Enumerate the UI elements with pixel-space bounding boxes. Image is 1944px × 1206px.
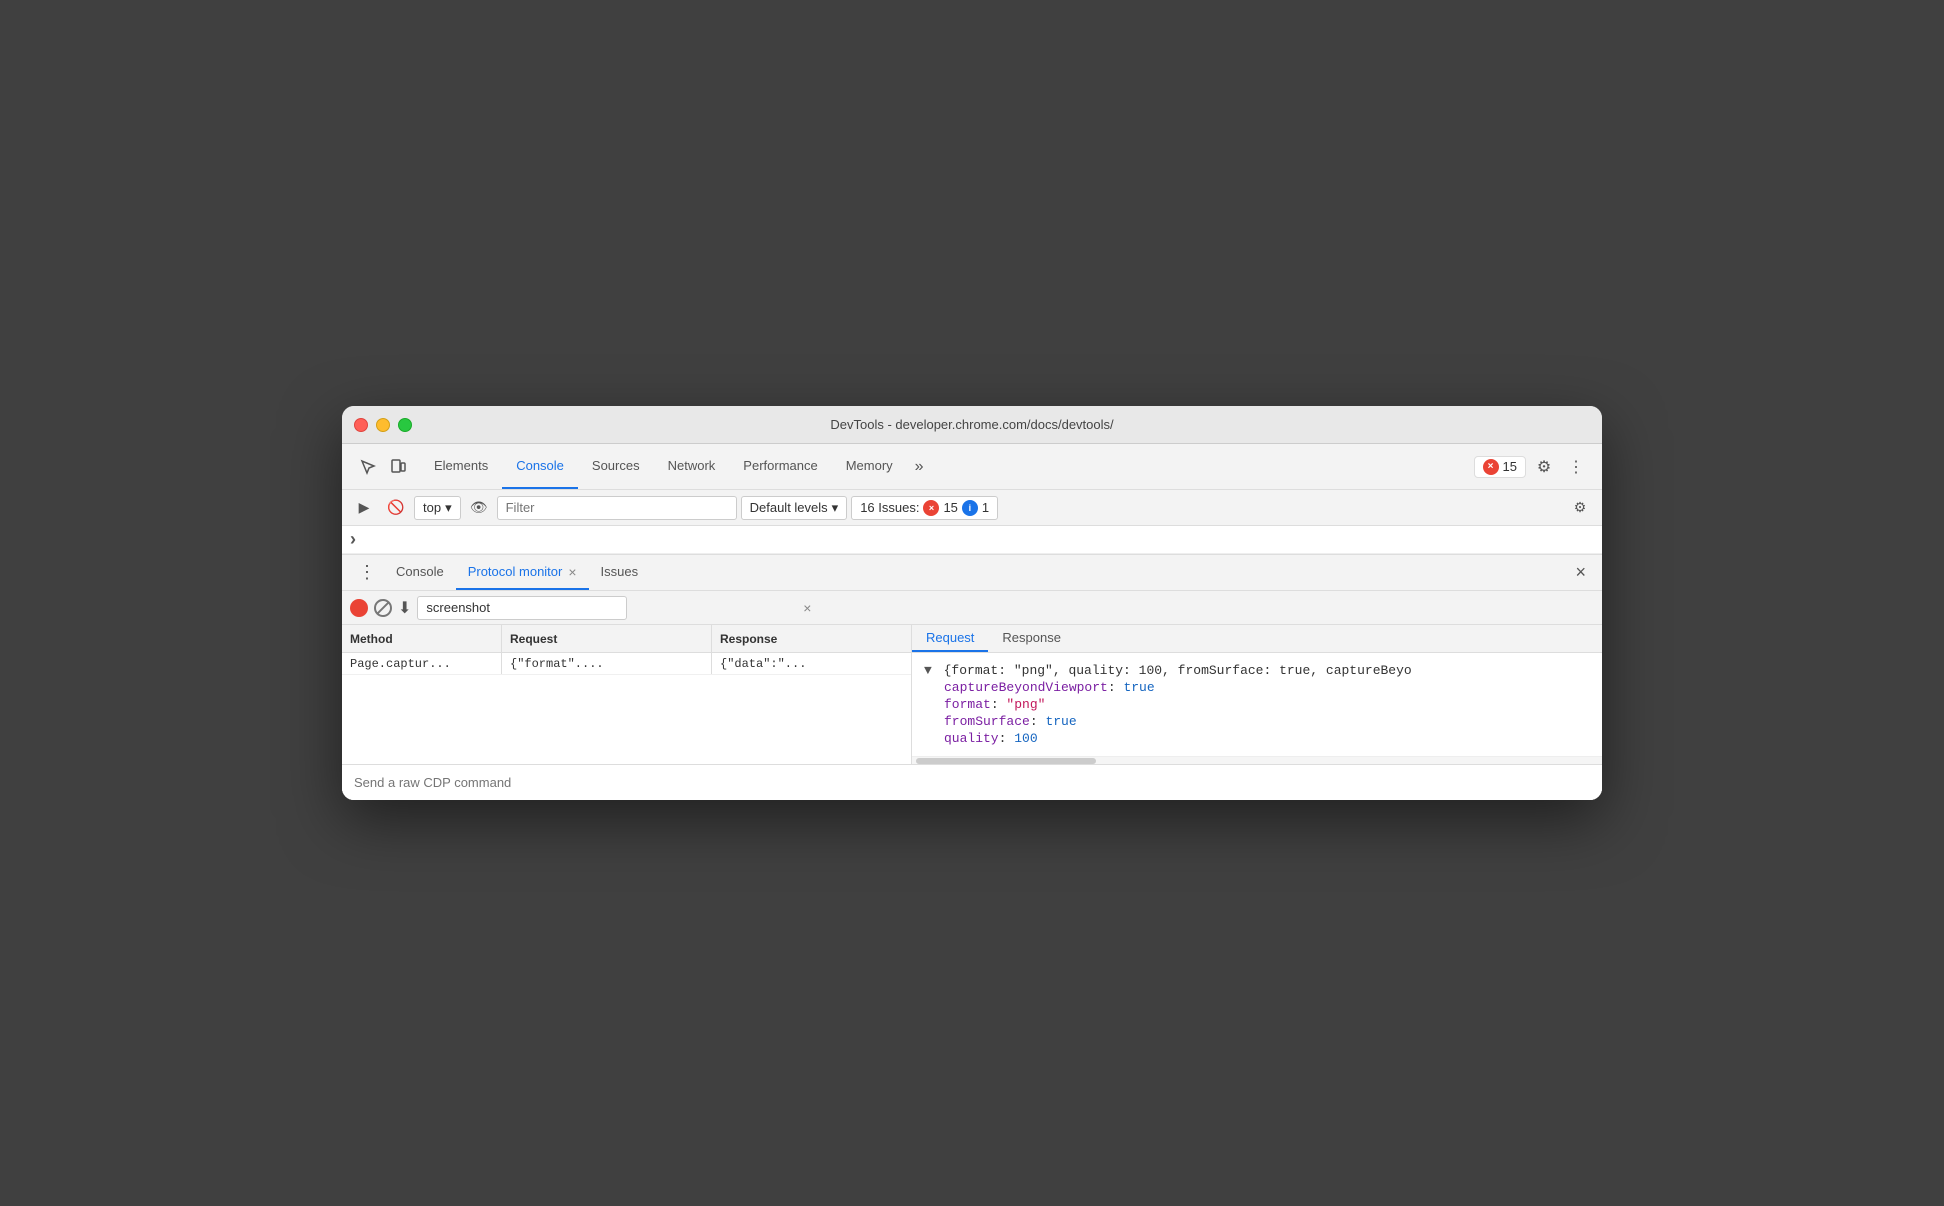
console-toolbar: ▶ 🚫 top ▾ 👁 Default levels ▾ 16 Issues: …	[342, 490, 1602, 526]
close-button[interactable]	[354, 418, 368, 432]
tab-performance[interactable]: Performance	[729, 444, 831, 489]
drawer-tab-protocol-monitor[interactable]: Protocol monitor ×	[456, 555, 589, 590]
error-count-badge[interactable]: × 15	[1474, 456, 1526, 478]
devtools-more-button[interactable]: ⋮	[1562, 453, 1590, 481]
pm-table-header: Method Request Response	[342, 625, 911, 653]
more-tabs-button[interactable]: »	[907, 444, 932, 489]
pm-detail-line-1: captureBeyondViewport: true	[944, 680, 1590, 695]
pm-detail-line-2: format: "png"	[944, 697, 1590, 712]
send-command-input[interactable]	[354, 775, 1590, 790]
run-script-button[interactable]: ▶	[350, 494, 378, 522]
issues-info-icon: i	[962, 500, 978, 516]
drawer-tab-issues[interactable]: Issues	[589, 555, 651, 590]
send-command-bar	[342, 764, 1602, 800]
pm-left-panel: Method Request Response Page.captur...	[342, 625, 912, 764]
tab-network[interactable]: Network	[654, 444, 730, 489]
minimize-button[interactable]	[376, 418, 390, 432]
pm-detail-line-3: fromSurface: true	[944, 714, 1590, 729]
drawer-tab-console[interactable]: Console	[384, 555, 456, 590]
drawer-tab-close-icon[interactable]: ×	[568, 564, 576, 580]
console-filter-input[interactable]	[497, 496, 737, 520]
pm-record-button[interactable]	[350, 599, 368, 617]
pm-col-header-response: Response	[712, 625, 911, 652]
drawer-close-button[interactable]: ×	[1567, 562, 1594, 583]
traffic-lights	[354, 418, 412, 432]
pm-detail-tabs: Request Response	[912, 625, 1602, 653]
tab-elements[interactable]: Elements	[420, 444, 502, 489]
context-selector[interactable]: top ▾	[414, 496, 461, 520]
collapse-icon[interactable]: ▼	[924, 663, 932, 678]
pm-cell-response: {"data":"...	[712, 653, 911, 674]
drawer-panel: ⋮ Console Protocol monitor × Issues × ⬇	[342, 554, 1602, 800]
drawer-more-button[interactable]: ⋮	[350, 562, 384, 583]
pm-download-button[interactable]: ⬇	[398, 598, 411, 618]
pm-table-row[interactable]: Page.captur... {"format".... {"data":"..…	[342, 653, 911, 675]
pm-detail-tab-request[interactable]: Request	[912, 625, 988, 652]
pm-detail-root-line: ▼ {format: "png", quality: 100, fromSurf…	[924, 663, 1590, 678]
pm-table-area: Method Request Response Page.captur...	[342, 625, 1602, 764]
devtools-toolbar-icons	[346, 444, 420, 489]
devtools-panel: Elements Console Sources Network Perform…	[342, 444, 1602, 800]
pm-col-header-request: Request	[502, 625, 712, 652]
tab-memory[interactable]: Memory	[832, 444, 907, 489]
tabbar-right: × 15 ⚙ ⋮	[1466, 444, 1598, 489]
issues-count-badge[interactable]: 16 Issues: × 15 i 1	[851, 496, 998, 520]
window-title: DevTools - developer.chrome.com/docs/dev…	[830, 417, 1113, 432]
main-tab-bar: Elements Console Sources Network Perform…	[342, 444, 1602, 490]
pm-detail-tab-response[interactable]: Response	[988, 625, 1075, 652]
clear-console-button[interactable]: 🚫	[382, 494, 410, 522]
pm-search-clear-button[interactable]: ×	[803, 600, 811, 616]
pm-detail-lines: captureBeyondViewport: true format: "png…	[924, 680, 1590, 746]
pm-horizontal-scrollbar[interactable]	[912, 756, 1602, 764]
devtools-settings-button[interactable]: ⚙	[1530, 453, 1558, 481]
drawer-tabbar: ⋮ Console Protocol monitor × Issues ×	[342, 555, 1602, 591]
maximize-button[interactable]	[398, 418, 412, 432]
tab-sources[interactable]: Sources	[578, 444, 654, 489]
pm-hscroll-thumb[interactable]	[916, 758, 1096, 764]
log-levels-dropdown[interactable]: Default levels ▾	[741, 496, 848, 520]
eye-button[interactable]: 👁	[465, 494, 493, 522]
issues-error-icon: ×	[923, 500, 939, 516]
console-expand-row[interactable]: ›	[342, 526, 1602, 554]
titlebar: DevTools - developer.chrome.com/docs/dev…	[342, 406, 1602, 444]
tab-console[interactable]: Console	[502, 444, 578, 489]
protocol-monitor-toolbar: ⬇ ×	[342, 591, 1602, 625]
pm-cell-method: Page.captur...	[342, 653, 502, 674]
inspect-element-button[interactable]	[354, 453, 382, 481]
device-toolbar-button[interactable]	[384, 453, 412, 481]
pm-col-header-method: Method	[342, 625, 502, 652]
pm-search-input[interactable]	[417, 596, 627, 620]
pm-search-wrapper: ×	[417, 596, 817, 620]
pm-right-panel: Request Response ▼ {format: "png", quali…	[912, 625, 1602, 764]
pm-clear-button[interactable]	[374, 599, 392, 617]
pm-detail-line-4: quality: 100	[944, 731, 1590, 746]
pm-detail-content: ▼ {format: "png", quality: 100, fromSurf…	[912, 653, 1602, 756]
pm-cell-request: {"format"....	[502, 653, 712, 674]
console-settings-button[interactable]: ⚙	[1566, 494, 1594, 522]
error-icon: ×	[1483, 459, 1499, 475]
